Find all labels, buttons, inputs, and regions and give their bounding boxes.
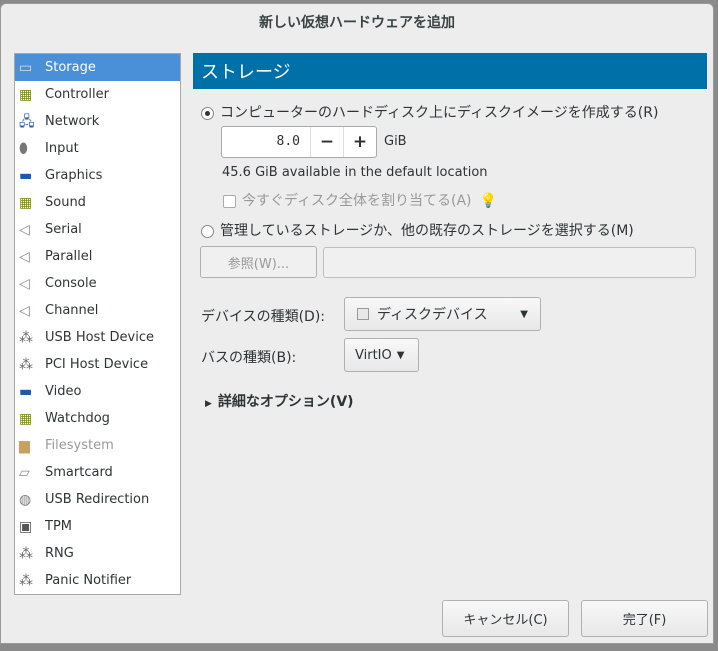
sidebar-item-watchdog[interactable]: ▦ Watchdog [15,405,180,432]
sidebar-item-tpm[interactable]: ▣ TPM [15,513,180,540]
usb-device-icon: ⁂ [19,329,33,346]
sidebar-item-usb-host-device[interactable]: ⁂ USB Host Device [15,324,180,351]
size-unit: GiB [384,134,407,149]
sidebar-item-label: Serial [45,222,82,237]
section-header: ストレージ [193,53,707,89]
sidebar-item-label: Watchdog [45,411,110,426]
sidebar-item-input[interactable]: ⬮ Input [15,135,180,162]
advanced-options-expander[interactable]: ▶ 詳細なオプション(V) [205,391,354,411]
chip-icon: ▣ [19,518,33,535]
sidebar-item-controller[interactable]: ▦ Controller [15,81,180,108]
sidebar-item-graphics[interactable]: ▬ Graphics [15,162,180,189]
device-type-dropdown[interactable]: ディスクデバイス ▼ [344,297,541,331]
cancel-button[interactable]: キャンセル(C) [442,600,569,637]
expander-arrow-icon: ▶ [205,399,212,409]
increment-button[interactable]: + [343,127,376,157]
create-disk-label: コンピューターのハードディスク上にディスクイメージを作成する(R) [220,105,659,121]
sidebar-item-label: Channel [45,303,99,318]
sidebar-item-filesystem[interactable]: ▆ Filesystem [15,432,180,459]
dialog-title: 新しい仮想ハードウェアを追加 [259,15,455,31]
storage-icon: ▭ [19,59,33,76]
disk-icon [357,308,369,320]
checkbox-icon [223,194,236,208]
finish-button[interactable]: 完了(F) [581,600,708,637]
lightbulb-icon: 💡 [479,193,497,209]
panic-icon: ⁂ [19,572,33,589]
sidebar-item-video[interactable]: ▬ Video [15,378,180,405]
sidebar-item-label: Graphics [45,168,103,183]
watchdog-card-icon: ▦ [19,410,33,427]
disk-size-spinner[interactable]: 8.0 − + [221,126,377,158]
radio-unselected-icon [201,224,214,238]
sidebar-item-label: RNG [45,546,74,561]
disk-size-input[interactable]: 8.0 [222,127,310,157]
device-type-value: ディスクデバイス [377,307,488,323]
sidebar-item-rng[interactable]: ⁂ RNG [15,540,180,567]
sidebar-item-label: Parallel [45,249,93,264]
sidebar-item-label: Network [45,114,100,129]
sidebar-item-pci-host-device[interactable]: ⁂ PCI Host Device [15,351,180,378]
sidebar-item-label: TPM [45,519,72,534]
advanced-options-label: 詳細なオプション(V) [217,394,354,410]
storage-path-input[interactable] [323,247,696,278]
sidebar-item-label: Console [45,276,97,291]
sidebar-item-parallel[interactable]: ◁ Parallel [15,243,180,270]
sidebar-item-label: Video [45,384,82,399]
chevron-down-icon: ▼ [520,308,528,320]
sidebar-item-serial[interactable]: ◁ Serial [15,216,180,243]
radio-selected-icon [201,106,214,120]
sidebar-item-network[interactable]: 🖧 Network [15,108,180,135]
sidebar-item-label: Input [45,141,79,156]
sidebar-item-label: Storage [45,60,96,75]
browse-button[interactable]: 参照(W)... [200,246,317,278]
available-space-text: 45.6 GiB available in the default locati… [222,165,488,180]
usb-redirection-icon: ◍ [19,491,32,508]
sidebar-item-label: USB Host Device [45,330,155,345]
sidebar-item-channel[interactable]: ◁ Channel [15,297,180,324]
select-storage-radio[interactable]: 管理しているストレージか、他の既存のストレージを選択する(M) [201,220,634,240]
folder-icon: ▆ [19,437,30,454]
network-icon: 🖧 [19,113,35,130]
sidebar-item-label: USB Redirection [45,492,150,507]
hardware-type-list[interactable]: ▭ Storage ▦ Controller 🖧 Network ⬮ Input ▬ Graphi… [14,53,181,595]
mouse-icon: ⬮ [19,140,28,157]
chevron-down-icon: ▼ [396,349,405,361]
decrement-button[interactable]: − [310,127,343,157]
sidebar-item-panic-notifier[interactable]: ⁂ Panic Notifier [15,567,180,594]
sidebar-item-usb-redirection[interactable]: ◍ USB Redirection [15,486,180,513]
rng-icon: ⁂ [19,545,33,562]
port-icon: ◁ [19,221,30,238]
port-icon: ◁ [19,275,30,292]
pci-device-icon: ⁂ [19,356,33,373]
sidebar-item-storage[interactable]: ▭ Storage [15,54,180,81]
sidebar-item-label: Smartcard [45,465,113,480]
bus-type-value: VirtIO [355,347,392,363]
allocate-now-label: 今すぐディスク全体を割り当てる(A) [242,193,472,209]
device-type-label: デバイスの種類(D): [201,309,326,325]
sidebar-item-sound[interactable]: ▦ Sound [15,189,180,216]
controller-card-icon: ▦ [19,86,33,103]
add-hardware-dialog: 新しい仮想ハードウェアを追加 ▭ Storage ▦ Controller 🖧 Netwo… [0,3,714,644]
sidebar-item-label: Filesystem [45,438,114,453]
monitor-icon: ▬ [19,167,33,184]
port-icon: ◁ [19,248,30,265]
bus-type-label: バスの種類(B): [201,350,297,366]
monitor-icon: ▬ [19,383,33,400]
sound-card-icon: ▦ [19,194,33,211]
sidebar-item-label: Controller [45,87,109,102]
sidebar-item-label: Panic Notifier [45,573,132,588]
sidebar-item-smartcard[interactable]: ▱ Smartcard [15,459,180,486]
sidebar-item-label: PCI Host Device [45,357,149,372]
create-disk-radio[interactable]: コンピューターのハードディスク上にディスクイメージを作成する(R) [201,102,658,122]
select-storage-label: 管理しているストレージか、他の既存のストレージを選択する(M) [220,223,634,239]
allocate-now-checkbox[interactable]: 今すぐディスク全体を割り当てる(A) 💡 [223,190,497,210]
smartcard-icon: ▱ [19,464,30,481]
bus-type-dropdown[interactable]: VirtIO ▼ [344,338,419,372]
port-icon: ◁ [19,302,30,319]
sidebar-item-console[interactable]: ◁ Console [15,270,180,297]
sidebar-item-label: Sound [45,195,86,210]
